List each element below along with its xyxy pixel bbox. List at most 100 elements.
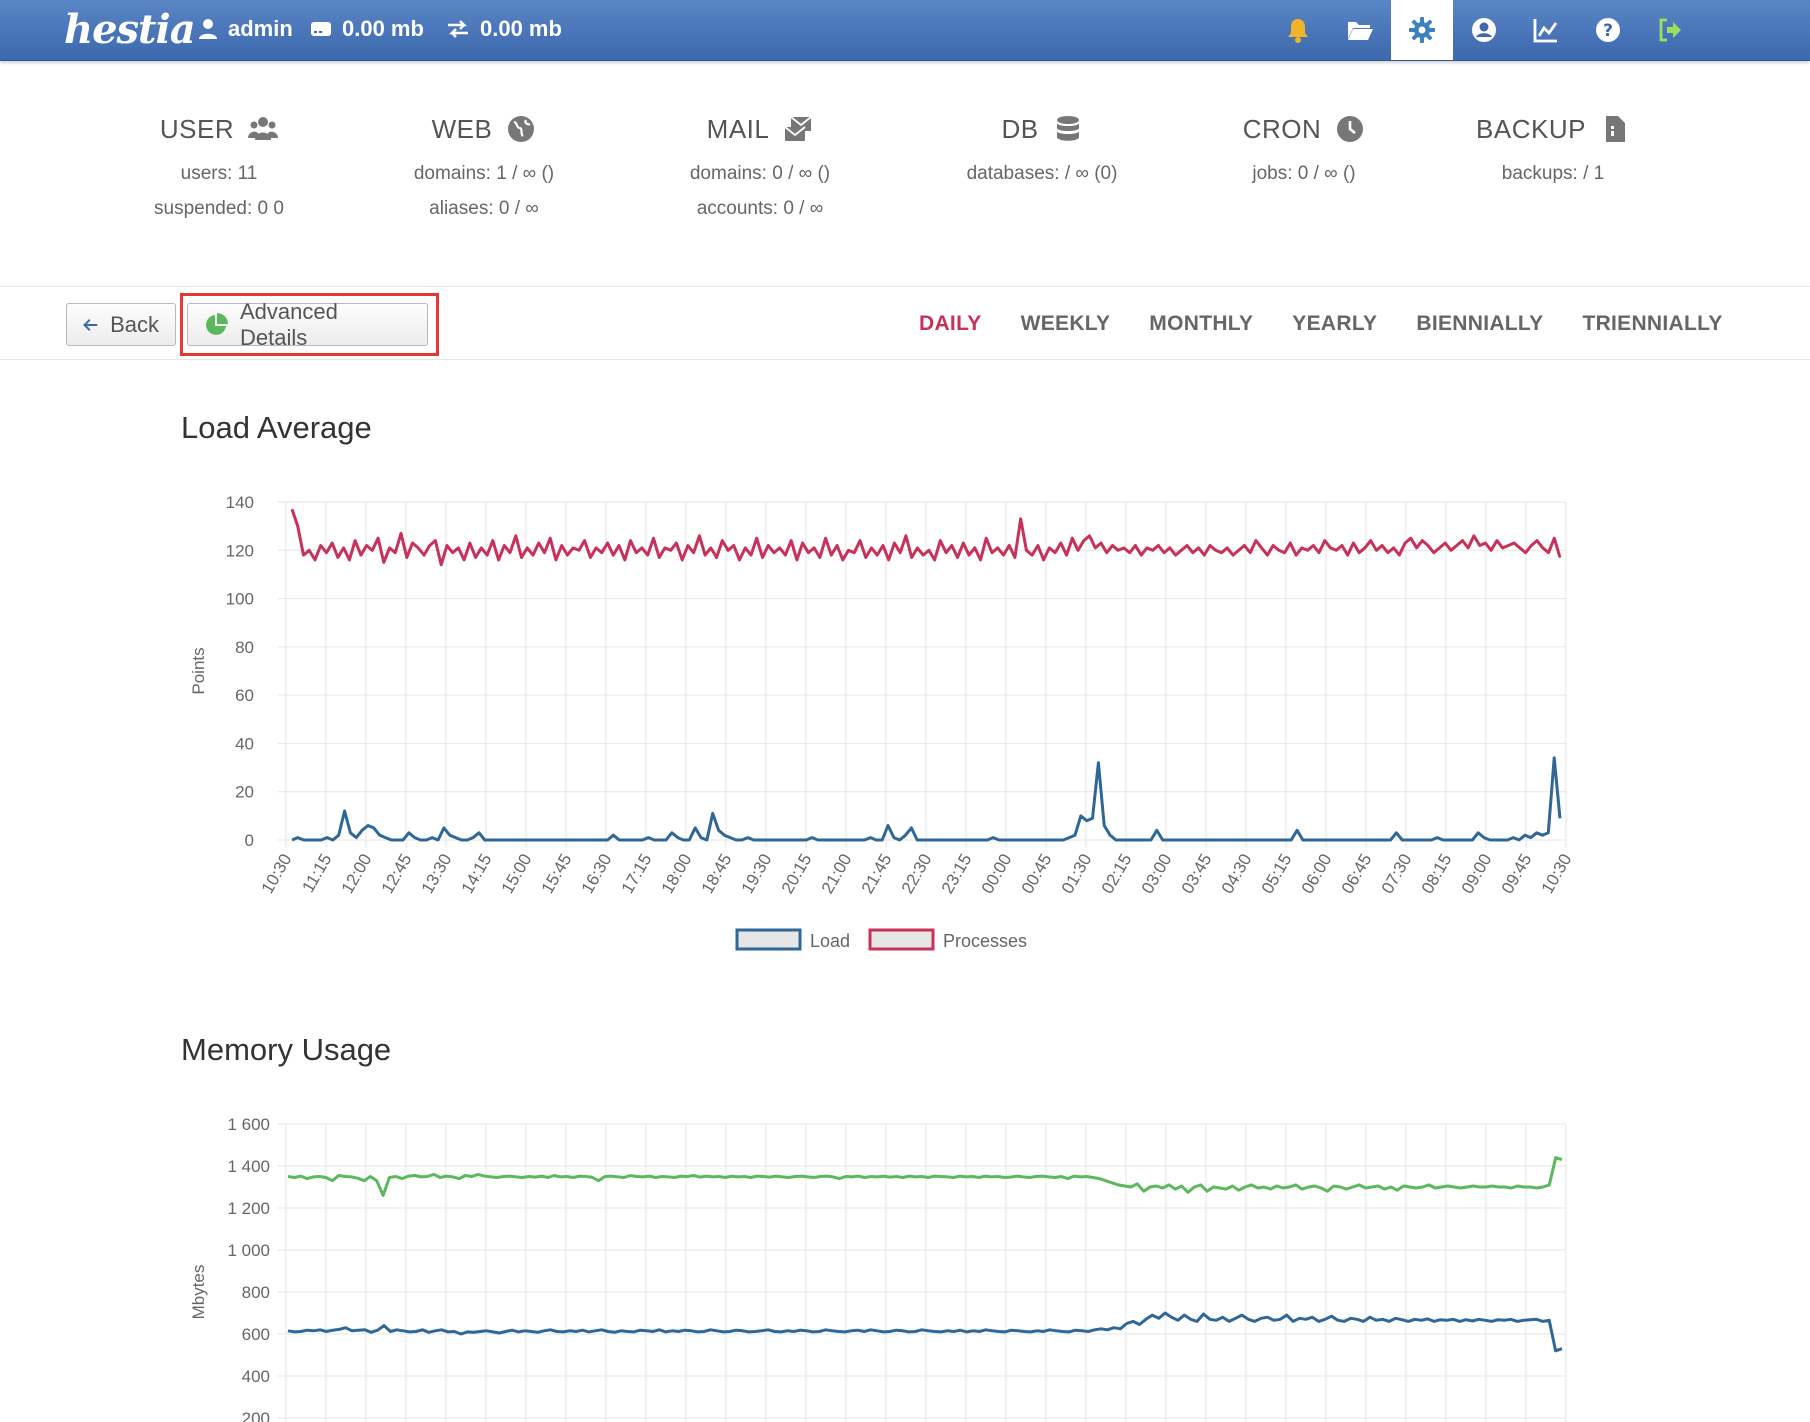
top-navbar: hestia admin 0.00 mb 0.00 mb ? xyxy=(0,0,1810,61)
x-tick-label: 10:30 xyxy=(1538,851,1576,897)
statistics-button[interactable] xyxy=(1515,0,1577,60)
memory-usage-chart: 1 600 1 400 1 200 1 000 800 600 400 200 Mbytes xyxy=(189,1115,1567,1422)
x-tick-label: 21:00 xyxy=(818,851,856,897)
x-tick-label: 16:30 xyxy=(578,851,616,897)
bell-icon xyxy=(1288,19,1308,43)
tab-daily[interactable]: DAILY xyxy=(919,312,982,336)
x-tick-label: 05:15 xyxy=(1258,851,1296,897)
y-tick-label: 140 xyxy=(226,493,254,512)
stat-title: DB xyxy=(1001,113,1039,144)
x-tick-label: 03:45 xyxy=(1178,851,1216,897)
legend-label-load: Load xyxy=(810,931,850,951)
x-tick-label: 10:30 xyxy=(258,851,296,897)
database-icon xyxy=(1056,116,1079,141)
tab-biennially[interactable]: BIENNIALLY xyxy=(1416,312,1543,336)
tab-weekly[interactable]: WEEKLY xyxy=(1021,312,1111,336)
y-tick-label: 40 xyxy=(235,734,254,753)
globe-icon xyxy=(508,116,535,142)
y-tick-label: 1 600 xyxy=(227,1115,270,1134)
memory-series-line-green xyxy=(287,1156,1563,1197)
stat-line: databases: / ∞ (0) xyxy=(966,163,1118,184)
arrow-left-icon xyxy=(83,318,98,331)
stat-cron[interactable]: CRON jobs: 0 / ∞ () xyxy=(1164,109,1444,185)
x-tick-label: 17:15 xyxy=(618,851,656,897)
account-button[interactable] xyxy=(1453,0,1515,60)
x-tick-label: 13:30 xyxy=(418,851,456,897)
folder-icon xyxy=(1348,22,1373,40)
y-tick-label: 1 000 xyxy=(227,1241,270,1260)
hestia-logo[interactable]: hestia xyxy=(64,6,196,53)
chart-icon xyxy=(1533,19,1558,43)
user-indicator[interactable]: admin xyxy=(198,0,293,58)
y-tick-label: 200 xyxy=(242,1409,270,1422)
legend-swatch-load xyxy=(735,928,802,951)
transfer-arrows-icon xyxy=(448,20,468,38)
svg-text:?: ? xyxy=(1603,21,1613,41)
y-tick-label: 600 xyxy=(242,1325,270,1344)
summary-stats: USER users: 11 suspended: 0 0 WEB domain… xyxy=(0,61,1810,287)
y-tick-label: 800 xyxy=(242,1283,270,1302)
x-tick-label: 02:15 xyxy=(1098,851,1136,897)
pie-chart-icon xyxy=(206,312,228,335)
x-tick-label: 09:45 xyxy=(1498,851,1536,897)
chart-title-memory: Memory Usage xyxy=(181,1032,392,1067)
server-settings-button[interactable] xyxy=(1391,0,1453,60)
x-tick-label: 20:15 xyxy=(778,851,816,897)
stat-title: WEB xyxy=(431,113,493,144)
y-tick-label: 100 xyxy=(226,590,254,609)
gear-icon xyxy=(1409,17,1435,43)
advanced-details-button[interactable]: Advanced Details xyxy=(187,299,428,350)
user-circle-icon xyxy=(1472,18,1496,42)
back-button[interactable]: Back xyxy=(66,303,176,346)
x-tick-label: 00:45 xyxy=(1018,851,1056,897)
top-icon-nav: ? xyxy=(1267,0,1701,60)
username: admin xyxy=(228,16,293,41)
y-tick-label: 1 200 xyxy=(227,1199,270,1218)
tab-triennially[interactable]: TRIENNIALLY xyxy=(1582,312,1722,336)
x-tick-label: 23:15 xyxy=(938,851,976,897)
stat-line: domains: 0 / ∞ () xyxy=(689,163,831,184)
stat-line: aliases: 0 / ∞ xyxy=(429,198,539,219)
disk-usage: 0.00 mb xyxy=(310,0,424,58)
user-icon xyxy=(199,19,217,39)
x-tick-label: 19:30 xyxy=(738,851,776,897)
y-axis-label: Mbytes xyxy=(189,1265,208,1320)
stat-line: domains: 1 / ∞ () xyxy=(413,163,555,184)
x-tick-label: 14:15 xyxy=(458,851,496,897)
stat-web[interactable]: WEB domains: 1 / ∞ () aliases: 0 / ∞ xyxy=(344,109,624,220)
bandwidth-usage: 0.00 mb xyxy=(446,0,562,58)
logout-button[interactable] xyxy=(1639,0,1701,60)
x-tick-label: 12:45 xyxy=(378,851,416,897)
period-tabs: DAILY WEEKLY MONTHLY YEARLY BIENNIALLY T… xyxy=(919,288,1723,360)
x-tick-label: 15:00 xyxy=(498,851,536,897)
bandwidth-value: 0.00 mb xyxy=(480,16,562,41)
y-tick-label: 400 xyxy=(242,1367,270,1386)
x-tick-label: 18:00 xyxy=(658,851,696,897)
help-button[interactable]: ? xyxy=(1577,0,1639,60)
tab-yearly[interactable]: YEARLY xyxy=(1292,312,1377,336)
legend-label-processes: Processes xyxy=(943,931,1027,951)
x-tick-label: 09:00 xyxy=(1458,851,1496,897)
x-tick-label: 21:45 xyxy=(858,851,896,897)
stat-line: backups: / 1 xyxy=(1501,163,1605,184)
stat-backup[interactable]: BACKUP backups: / 1 xyxy=(1413,109,1693,185)
clock-icon xyxy=(1337,116,1364,142)
x-tick-label: 15:45 xyxy=(538,851,576,897)
x-tick-label: 11:15 xyxy=(298,851,335,896)
file-manager-button[interactable] xyxy=(1329,0,1391,60)
stat-user[interactable]: USER users: 11 suspended: 0 0 xyxy=(79,109,359,220)
stat-db[interactable]: DB databases: / ∞ (0) xyxy=(902,109,1182,185)
y-tick-label: 60 xyxy=(235,686,254,705)
stat-mail[interactable]: MAIL domains: 0 / ∞ () accounts: 0 / ∞ xyxy=(620,109,900,220)
stat-title: USER xyxy=(159,113,235,144)
notifications-button[interactable] xyxy=(1267,0,1329,60)
tab-monthly[interactable]: MONTHLY xyxy=(1149,312,1253,336)
toolbar: Back Advanced Details DAILY WEEKLY MONTH… xyxy=(0,288,1810,360)
x-tick-label: 06:45 xyxy=(1338,851,1376,897)
file-icon xyxy=(1605,116,1625,142)
x-tick-label: 00:00 xyxy=(978,851,1016,897)
stat-title: CRON xyxy=(1242,113,1322,144)
x-tick-label: 04:30 xyxy=(1218,851,1256,897)
back-label: Back xyxy=(110,311,159,337)
x-tick-label: 07:30 xyxy=(1378,851,1416,897)
